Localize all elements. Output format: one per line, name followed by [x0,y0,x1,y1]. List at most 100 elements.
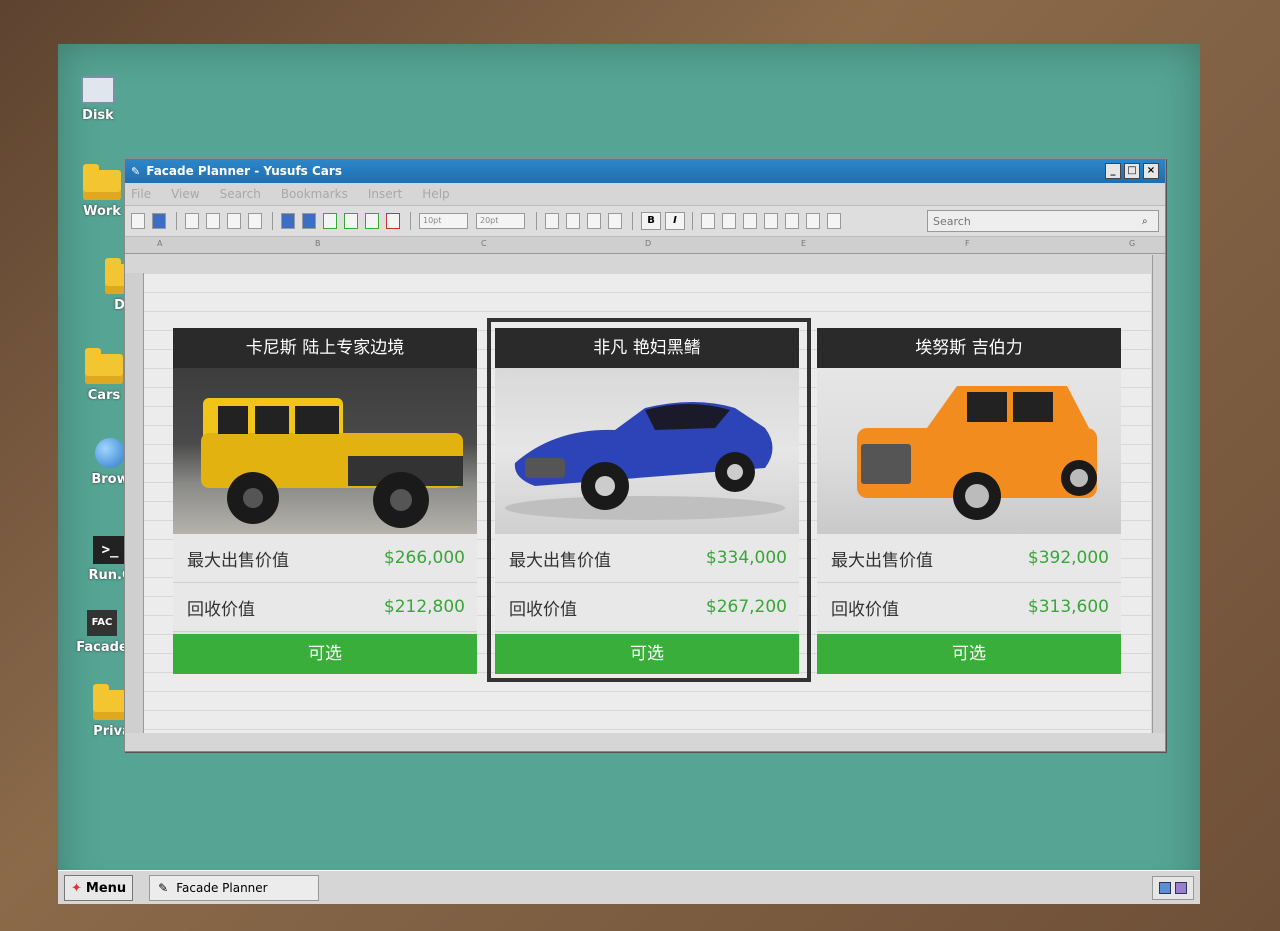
page-icon[interactable] [206,213,220,229]
spreadsheet-grid[interactable]: 卡尼斯 陆上专家边境 最大出售价值 $266,000 回收价值 $212,800… [125,273,1151,733]
resale-value: $267,200 [705,597,787,617]
insert-row-icon[interactable] [323,213,337,229]
align-bottom-icon[interactable] [827,213,841,229]
layout-icon[interactable] [302,213,316,229]
desktop-icon-label: Disk [82,108,114,123]
toolbar-separator [272,212,273,230]
delete-icon[interactable] [386,213,400,229]
border-icon[interactable] [587,213,601,229]
search-box[interactable]: ⌕ [927,210,1159,232]
app-logo-icon: ✎ [131,164,141,178]
font-size-a-select[interactable]: 10pt [419,213,468,229]
layout-icon[interactable] [281,213,295,229]
maximize-button[interactable]: □ [1124,163,1140,179]
vehicle-card[interactable]: 卡尼斯 陆上专家边境 最大出售价值 $266,000 回收价值 $212,800… [173,328,477,674]
column-header[interactable]: A [157,239,162,248]
page-icon[interactable] [185,213,199,229]
image-icon[interactable] [227,213,241,229]
max-sell-row: 最大出售价值 $392,000 [817,534,1121,583]
minimize-button[interactable]: _ [1105,163,1121,179]
align-middle-icon[interactable] [806,213,820,229]
menu-bookmarks[interactable]: Bookmarks [281,187,348,201]
globe-icon [95,438,125,468]
align-right-icon[interactable] [743,213,757,229]
resale-row: 回收价值 $313,600 [817,583,1121,632]
desktop-screen: Disk Work Do Cars Brow >_ Run.C FAC Faca… [58,44,1200,904]
app-logo-icon: ✎ [158,881,169,895]
insert-column-icon[interactable] [344,213,358,229]
vertical-scrollbar[interactable] [1152,255,1165,733]
suv-image [201,398,463,528]
vehicle-photo [173,368,477,534]
border-icon[interactable] [566,213,580,229]
column-header[interactable]: E [801,239,806,248]
align-left-icon[interactable] [701,213,715,229]
facade-app-icon: FAC [87,610,117,636]
max-sell-value: $392,000 [1027,548,1109,568]
search-icon[interactable]: ⌕ [1142,216,1158,227]
menu-view[interactable]: View [171,187,199,201]
resale-value: $212,800 [383,597,465,617]
font-size-b-select[interactable]: 20pt [476,213,525,229]
max-sell-label: 最大出售价值 [831,550,933,571]
close-button[interactable]: × [1143,163,1159,179]
resale-value: $313,600 [1027,597,1109,617]
window-title: Facade Planner - Yusufs Cars [146,164,342,178]
taskbar-item-label: Facade Planner [176,881,268,895]
vehicle-card[interactable]: 非凡 艳妇黑鳍 最大出售价值 $334,000 回收价值 $267,200 可选 [495,328,799,674]
border-icon[interactable] [608,213,622,229]
border-icon[interactable] [545,213,559,229]
tray-display-icon[interactable] [1175,882,1187,894]
save-icon[interactable] [152,213,166,229]
system-tray [1152,876,1194,900]
menu-file[interactable]: File [131,187,151,201]
column-header[interactable]: B [315,239,321,248]
new-file-icon[interactable] [131,213,145,229]
menu-help[interactable]: Help [422,187,449,201]
luxury-suv-image [857,386,1097,520]
menu-insert[interactable]: Insert [368,187,402,201]
folder-icon [85,348,123,384]
vehicle-card[interactable]: 埃努斯 吉伯力 最大出售价值 $392,000 回收价值 $313,600 可选 [817,328,1121,674]
folder-icon [83,164,121,200]
select-vehicle-button[interactable]: 可选 [817,634,1121,674]
window-titlebar[interactable]: ✎ Facade Planner - Yusufs Cars _ □ × [125,159,1165,183]
align-top-icon[interactable] [785,213,799,229]
menu-logo-icon: ✦ [71,880,82,896]
vehicle-name: 卡尼斯 陆上专家边境 [173,328,477,368]
column-header-row: A B C D E F G [125,237,1165,254]
row-header-column [125,273,144,733]
menu-search[interactable]: Search [220,187,261,201]
search-input[interactable] [928,213,1142,229]
desktop-icon-disk[interactable]: Disk [58,76,138,123]
start-menu-button[interactable]: ✦ Menu [64,875,134,901]
select-vehicle-button[interactable]: 可选 [495,634,799,674]
column-header[interactable]: F [965,239,970,248]
column-header[interactable]: D [645,239,651,248]
toolbar-separator [410,212,411,230]
terminal-icon: >_ [93,536,127,564]
start-menu-label: Menu [85,880,127,896]
align-center-icon[interactable] [722,213,736,229]
column-header[interactable]: C [481,239,487,248]
taskbar-item-facade-planner[interactable]: ✎ Facade Planner [149,875,320,901]
vehicle-name: 埃努斯 吉伯力 [817,328,1121,368]
tray-network-icon[interactable] [1159,882,1171,894]
max-sell-value: $266,000 [383,548,465,568]
toolbar: 10pt 20pt B I ⌕ [125,205,1165,237]
vehicle-photo [817,368,1121,534]
insert-cell-icon[interactable] [365,213,379,229]
select-vehicle-button[interactable]: 可选 [173,634,477,674]
justify-icon[interactable] [764,213,778,229]
menu-bar: File View Search Bookmarks Insert Help [125,183,1165,205]
copy-icon[interactable] [248,213,262,229]
desktop-icon-label: Facade [76,640,128,655]
bold-button[interactable]: B [641,212,661,230]
italic-button[interactable]: I [665,212,685,230]
toolbar-separator [692,212,693,230]
taskbar: ✦ Menu ✎ Facade Planner [58,870,1200,904]
computer-icon [81,76,115,104]
max-sell-label: 最大出售价值 [509,550,611,571]
column-header[interactable]: G [1129,239,1135,248]
max-sell-label: 最大出售价值 [187,550,289,571]
